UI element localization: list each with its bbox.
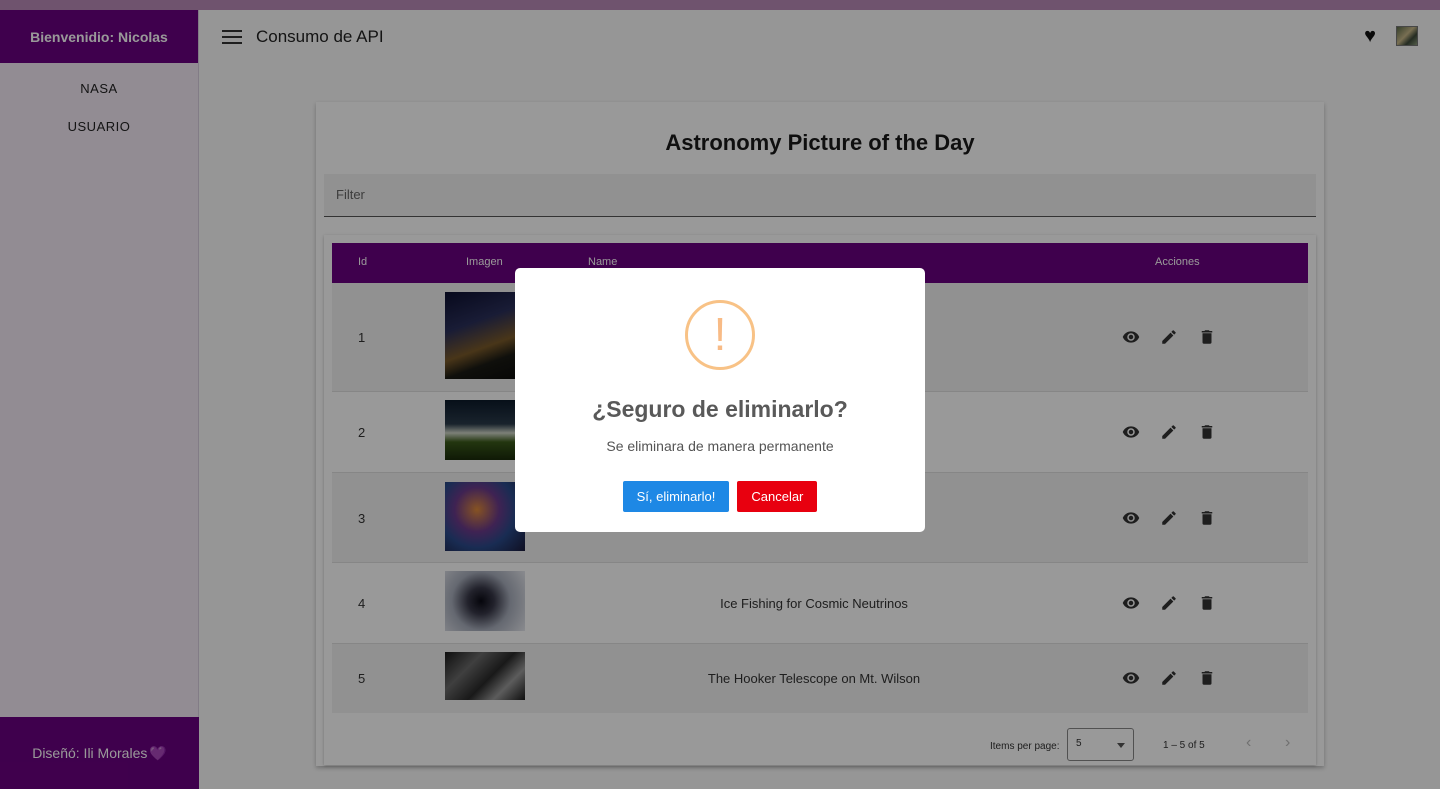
dialog-title: ¿Seguro de eliminarlo? (592, 396, 848, 422)
dialog-message: Se eliminara de manera permanente (606, 438, 834, 454)
cancel-button[interactable]: Cancelar (737, 481, 818, 512)
confirm-delete-button[interactable]: Sí, eliminarlo! (622, 481, 730, 512)
dialog-actions: Sí, eliminarlo! Cancelar (515, 481, 925, 512)
confirm-delete-dialog: ! ¿Seguro de eliminarlo? Se eliminara de… (515, 268, 925, 532)
warning-icon: ! (685, 300, 755, 370)
